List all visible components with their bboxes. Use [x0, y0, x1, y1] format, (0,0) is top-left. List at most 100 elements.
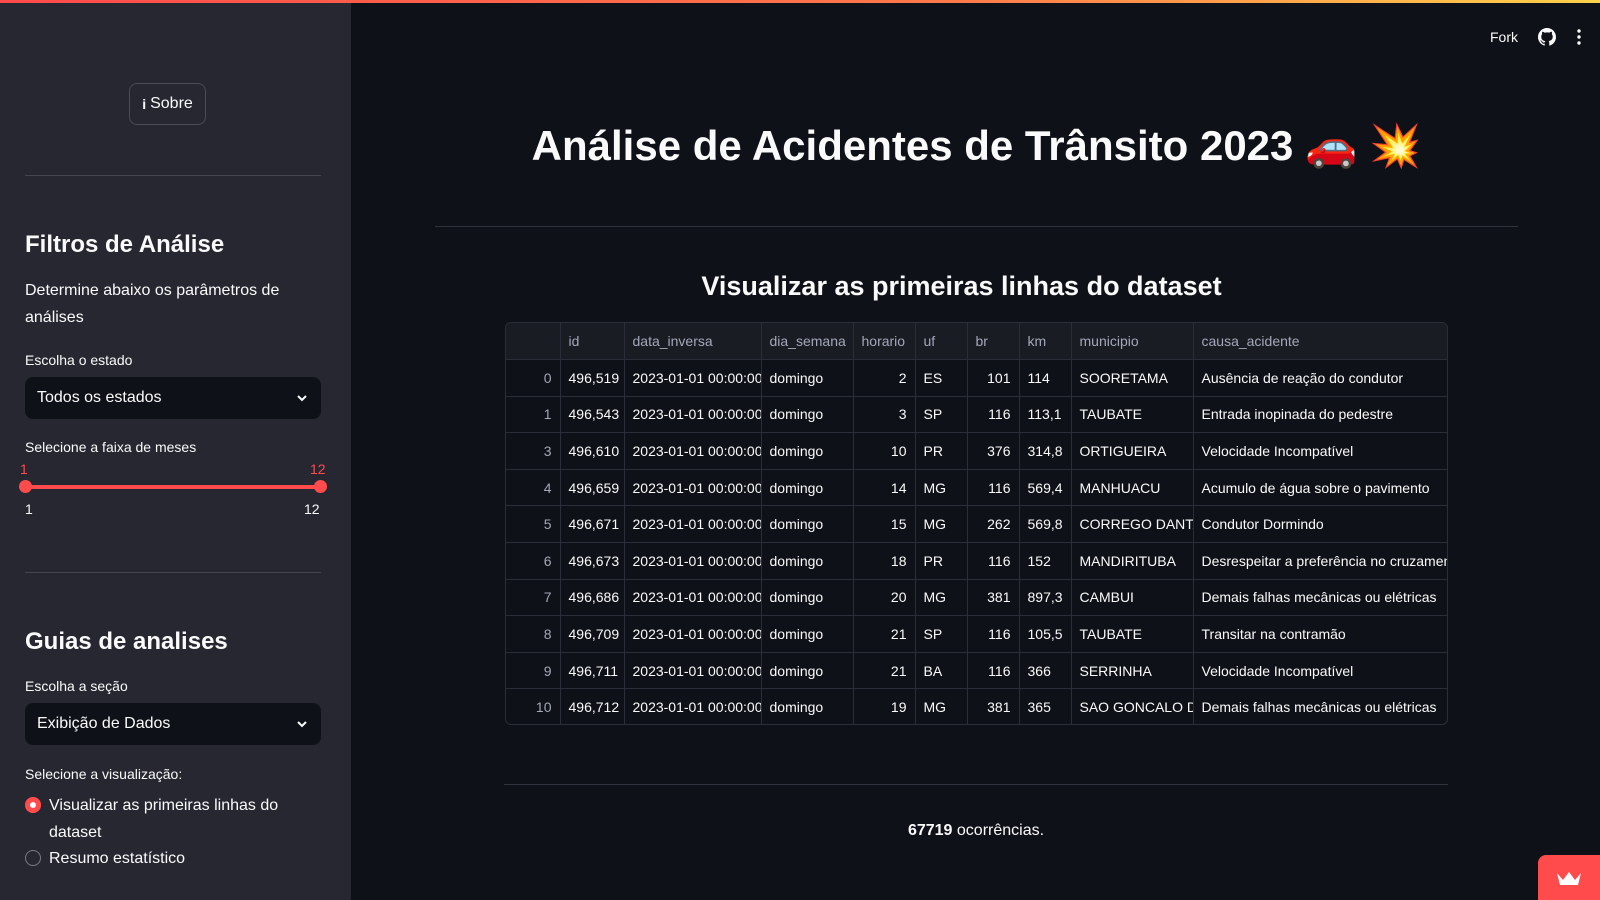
section-subtitle: Visualizar as primeiras linhas do datase…	[701, 271, 1222, 301]
slider-high-value: 12	[310, 461, 326, 477]
table-cell: MANDIRITUBA	[1071, 542, 1194, 580]
kebab-menu-icon[interactable]	[1576, 28, 1582, 46]
table-cell: domingo	[761, 432, 854, 470]
table-cell: 381	[967, 579, 1020, 617]
table-column-header[interactable]: horario	[853, 323, 916, 361]
info-icon: i	[142, 96, 147, 112]
table-cell: SP	[915, 396, 968, 434]
table-cell: MG	[915, 688, 968, 724]
table-column-header[interactable]: municipio	[1071, 323, 1194, 361]
table-row[interactable]: 5 496,671 2023-01-01 00:00:00 domingo 15 MG 26…	[506, 505, 1447, 544]
table-cell: domingo	[761, 396, 854, 434]
slider-max-label: 12	[304, 501, 320, 517]
table-cell: 19	[853, 688, 916, 724]
page-title: Análise de Acidentes de Trânsito 2023 🚗 …	[531, 122, 1422, 169]
app-header: Fork	[1490, 28, 1582, 46]
fork-link[interactable]: Fork	[1490, 29, 1518, 45]
section-label: Escolha a seção	[25, 678, 128, 694]
guides-heading: Guias de analises	[25, 628, 228, 655]
table-cell: 10	[853, 432, 916, 470]
table-cell: 897,3	[1019, 579, 1072, 617]
streamlit-badge[interactable]	[1538, 855, 1600, 900]
github-icon[interactable]	[1538, 28, 1556, 46]
table-row[interactable]: 7 496,686 2023-01-01 00:00:00 domingo 20 MG 38…	[506, 579, 1447, 617]
sidebar: i Sobre Filtros de Análise Determine aba…	[0, 0, 351, 900]
title-divider	[435, 226, 1518, 227]
table-column-header[interactable]: km	[1019, 323, 1072, 361]
slider-min-label: 1	[25, 501, 33, 517]
table-cell: 114	[1019, 359, 1072, 397]
table-cell: 2	[853, 359, 916, 397]
table-cell: 2023-01-01 00:00:00	[624, 396, 762, 434]
row-index: 6	[506, 542, 561, 580]
table-cell: CORREGO DANTA	[1071, 505, 1194, 544]
count-suffix: ocorrências.	[952, 822, 1045, 839]
table-cell: 376	[967, 432, 1020, 470]
months-slider-track[interactable]	[25, 485, 321, 489]
table-row[interactable]: 10 496,712 2023-01-01 00:00:00 domingo 19 MG 3…	[506, 688, 1447, 724]
table-cell: 496,610	[560, 432, 625, 470]
table-row[interactable]: 9 496,711 2023-01-01 00:00:00 domingo 21 BA 11…	[506, 652, 1447, 690]
table-cell: 2023-01-01 00:00:00	[624, 652, 762, 690]
months-slider-low-handle[interactable]	[19, 480, 32, 493]
table-column-header[interactable]: uf	[915, 323, 968, 361]
table-cell: 116	[967, 396, 1020, 434]
table-row[interactable]: 4 496,659 2023-01-01 00:00:00 domingo 14 MG 11…	[506, 469, 1447, 507]
table-row[interactable]: 1 496,543 2023-01-01 00:00:00 domingo 3 SP 116…	[506, 396, 1447, 434]
section-select[interactable]: Exibição de Dados	[25, 703, 321, 745]
table-row[interactable]: 6 496,673 2023-01-01 00:00:00 domingo 18 PR 11…	[506, 542, 1447, 580]
table-cell: Desrespeitar a preferência no cruzamento	[1193, 542, 1447, 580]
radio-option-first-rows[interactable]: Visualizar as primeiras linhas do datase…	[25, 792, 285, 846]
table-cell: domingo	[761, 688, 854, 724]
table-column-header[interactable]: causa_acidente	[1193, 323, 1447, 361]
table-cell: 366	[1019, 652, 1072, 690]
table-cell: 15	[853, 505, 916, 544]
table-cell: 365	[1019, 688, 1072, 724]
state-select[interactable]: Todos os estados	[25, 377, 321, 419]
data-table[interactable]: id data_inversa dia_semana horario uf br km mun…	[505, 322, 1448, 725]
table-cell: 116	[967, 542, 1020, 580]
sidebar-divider	[25, 572, 321, 573]
table-cell: domingo	[761, 505, 854, 544]
table-cell: Demais falhas mecânicas ou elétricas	[1193, 688, 1447, 724]
table-cell: BA	[915, 652, 968, 690]
table-cell: 314,8	[1019, 432, 1072, 470]
table-cell: 2023-01-01 00:00:00	[624, 432, 762, 470]
chevron-down-icon	[297, 395, 307, 402]
radio-option-summary[interactable]: Resumo estatístico	[25, 845, 185, 872]
radio-option-label: Visualizar as primeiras linhas do datase…	[49, 797, 279, 841]
table-cell: MANHUACU	[1071, 469, 1194, 507]
footer-divider	[504, 784, 1448, 785]
table-column-header[interactable]: data_inversa	[624, 323, 762, 361]
table-column-header[interactable]	[506, 323, 561, 361]
table-cell: 105,5	[1019, 615, 1072, 653]
table-row[interactable]: 3 496,610 2023-01-01 00:00:00 domingo 10 PR 37…	[506, 432, 1447, 470]
table-cell: 2023-01-01 00:00:00	[624, 505, 762, 544]
table-row[interactable]: 0 496,519 2023-01-01 00:00:00 domingo 2 ES 101…	[506, 359, 1447, 397]
table-cell: 2023-01-01 00:00:00	[624, 469, 762, 507]
months-slider-high-handle[interactable]	[314, 480, 327, 493]
top-accent-bar	[0, 0, 1600, 3]
table-cell: 496,543	[560, 396, 625, 434]
table-cell: MG	[915, 505, 968, 544]
table-cell: TAUBATE	[1071, 615, 1194, 653]
table-column-header[interactable]: dia_semana	[761, 323, 854, 361]
table-cell: SP	[915, 615, 968, 653]
row-index: 0	[506, 359, 561, 397]
count-value: 67719	[907, 822, 953, 839]
state-label: Escolha o estado	[25, 352, 133, 368]
table-cell: domingo	[761, 579, 854, 617]
table-column-header[interactable]: id	[560, 323, 625, 361]
table-cell: SOORETAMA	[1071, 359, 1194, 397]
table-cell: 381	[967, 688, 1020, 724]
about-button[interactable]: i Sobre	[129, 83, 206, 125]
table-row[interactable]: 8 496,709 2023-01-01 00:00:00 domingo 21 SP 11…	[506, 615, 1447, 653]
table-cell: MG	[915, 469, 968, 507]
table-column-header[interactable]: br	[967, 323, 1020, 361]
table-cell: PR	[915, 542, 968, 580]
table-cell: domingo	[761, 359, 854, 397]
row-index: 9	[506, 652, 561, 690]
filters-heading: Filtros de Análise	[25, 231, 225, 258]
table-cell: SERRINHA	[1071, 652, 1194, 690]
row-index: 5	[506, 505, 561, 544]
